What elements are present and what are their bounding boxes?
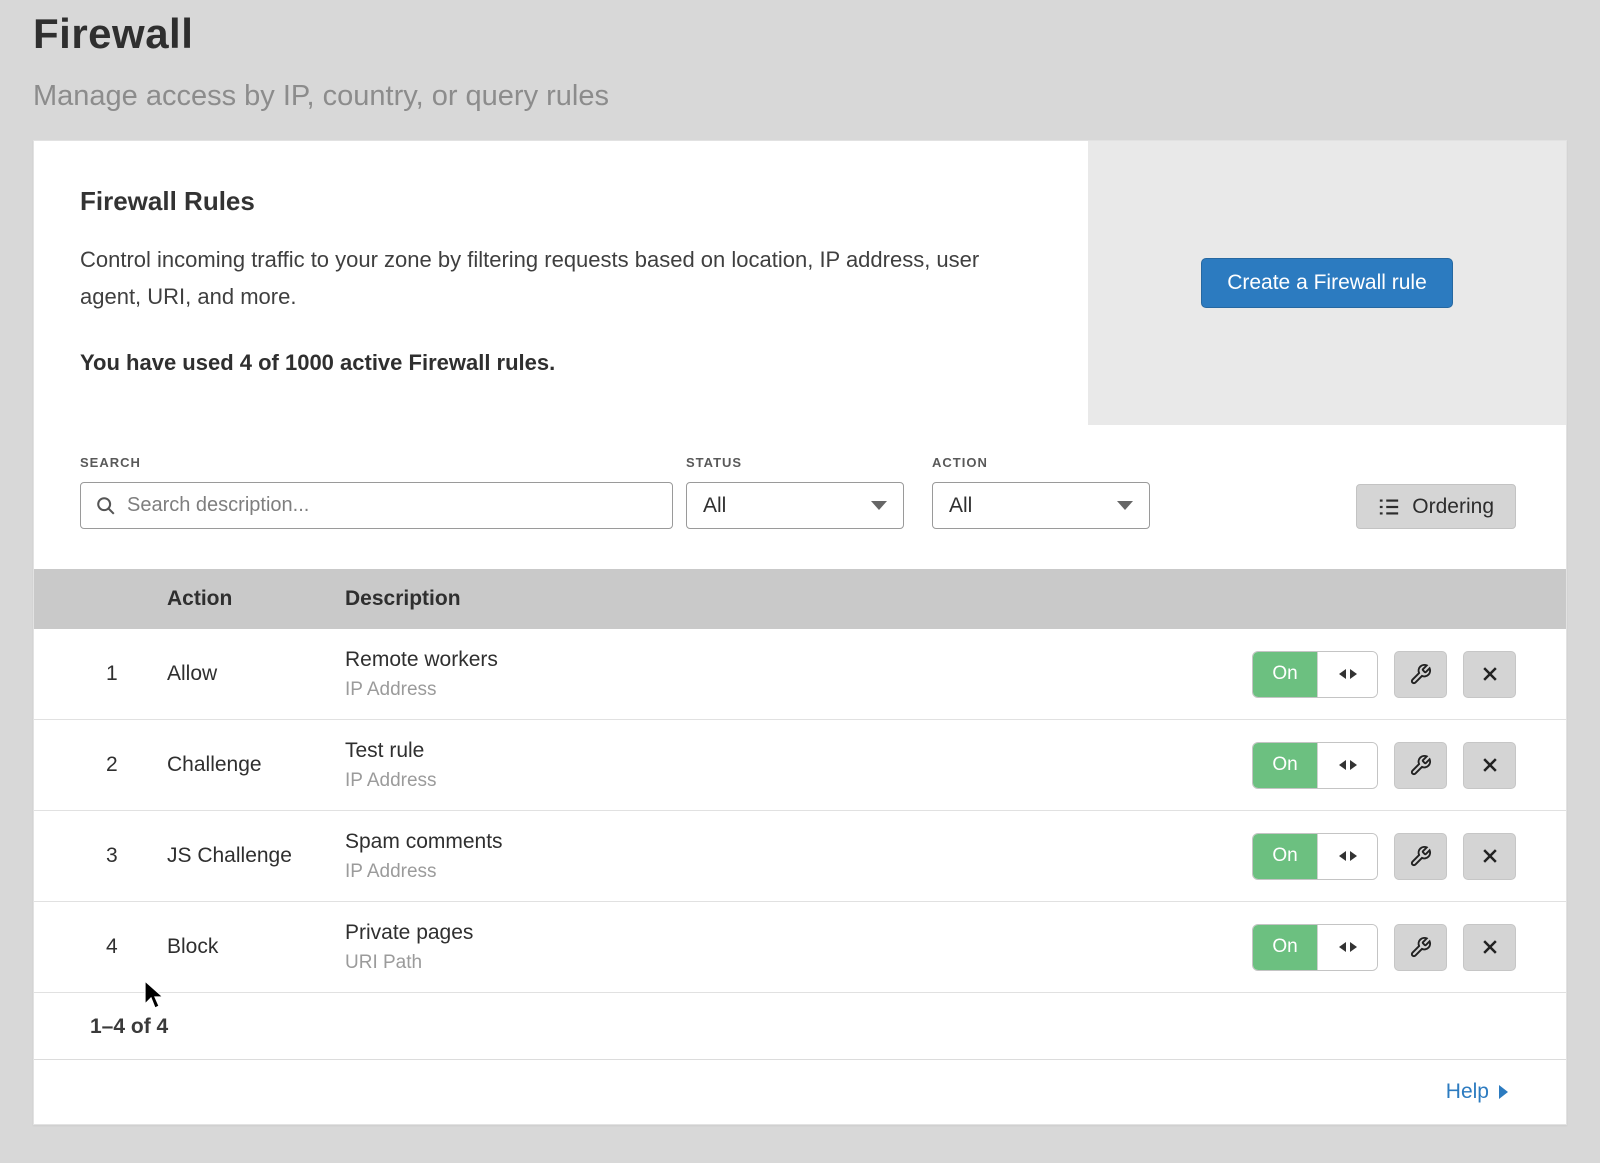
pagination-summary: 1–4 of 4 xyxy=(34,993,1566,1060)
toggle-on-label: On xyxy=(1253,834,1317,879)
toggle-on-label: On xyxy=(1253,743,1317,788)
wrench-icon xyxy=(1409,663,1432,686)
rule-description: Test rule xyxy=(345,739,1252,763)
rule-enabled-toggle[interactable]: On xyxy=(1252,924,1378,971)
toggle-handle[interactable] xyxy=(1317,834,1377,879)
rule-match-type: IP Address xyxy=(345,770,1252,792)
firewall-rules-card: Firewall Rules Control incoming traffic … xyxy=(33,140,1567,1125)
caret-right-icon xyxy=(1499,1085,1508,1099)
rule-match-type: IP Address xyxy=(345,679,1252,701)
left-right-arrows-icon xyxy=(1335,939,1361,955)
delete-rule-button[interactable] xyxy=(1463,833,1516,880)
page-title: Firewall xyxy=(33,10,1567,58)
rule-action: Block xyxy=(167,935,345,959)
edit-rule-button[interactable] xyxy=(1394,924,1447,971)
action-select[interactable]: All xyxy=(932,482,1150,529)
wrench-icon xyxy=(1409,936,1432,959)
delete-rule-button[interactable] xyxy=(1463,651,1516,698)
rule-enabled-toggle[interactable]: On xyxy=(1252,742,1378,789)
section-heading: Firewall Rules xyxy=(80,186,1018,217)
rule-match-type: IP Address xyxy=(345,861,1252,883)
status-value: All xyxy=(703,494,726,518)
rule-number: 3 xyxy=(34,844,167,868)
rule-controls: On xyxy=(1252,742,1566,789)
toggle-handle[interactable] xyxy=(1317,652,1377,697)
help-link-label: Help xyxy=(1446,1080,1489,1104)
edit-rule-button[interactable] xyxy=(1394,651,1447,698)
table-row: 4 Block Private pages URI Path On xyxy=(34,902,1566,993)
page-subtitle: Manage access by IP, country, or query r… xyxy=(33,80,1567,113)
table-header: Action Description xyxy=(34,569,1566,629)
delete-rule-button[interactable] xyxy=(1463,924,1516,971)
rule-controls: On xyxy=(1252,651,1566,698)
status-field-group: STATUS All xyxy=(686,455,904,529)
table-row: 1 Allow Remote workers IP Address On xyxy=(34,629,1566,720)
search-field-group: SEARCH xyxy=(80,455,673,529)
wrench-icon xyxy=(1409,754,1432,777)
rule-description: Remote workers xyxy=(345,648,1252,672)
intro-section: Firewall Rules Control incoming traffic … xyxy=(34,141,1566,425)
rule-description: Spam comments xyxy=(345,830,1252,854)
wrench-icon xyxy=(1409,845,1432,868)
table-row: 2 Challenge Test rule IP Address On xyxy=(34,720,1566,811)
rule-action: JS Challenge xyxy=(167,844,345,868)
section-description: Control incoming traffic to your zone by… xyxy=(80,241,1018,315)
rule-description-cell: Test rule IP Address xyxy=(345,739,1252,792)
ordering-button[interactable]: Ordering xyxy=(1356,484,1516,529)
table-row: 3 JS Challenge Spam comments IP Address … xyxy=(34,811,1566,902)
rule-number: 4 xyxy=(34,935,167,959)
rule-enabled-toggle[interactable]: On xyxy=(1252,651,1378,698)
rule-action: Challenge xyxy=(167,753,345,777)
edit-rule-button[interactable] xyxy=(1394,742,1447,789)
action-field-group: ACTION All xyxy=(932,455,1150,529)
close-icon xyxy=(1480,664,1500,684)
usage-summary: You have used 4 of 1000 active Firewall … xyxy=(80,350,1018,376)
search-label: SEARCH xyxy=(80,455,673,470)
rule-action: Allow xyxy=(167,662,345,686)
action-label: ACTION xyxy=(932,455,1150,470)
toggle-handle[interactable] xyxy=(1317,743,1377,788)
page-header: Firewall Manage access by IP, country, o… xyxy=(0,0,1600,113)
left-right-arrows-icon xyxy=(1335,757,1361,773)
help-link[interactable]: Help xyxy=(1446,1080,1508,1104)
action-value: All xyxy=(949,494,972,518)
ordered-list-icon xyxy=(1378,496,1400,518)
rule-number: 2 xyxy=(34,753,167,777)
status-select[interactable]: All xyxy=(686,482,904,529)
toggle-on-label: On xyxy=(1253,925,1317,970)
edit-rule-button[interactable] xyxy=(1394,833,1447,880)
close-icon xyxy=(1480,755,1500,775)
left-right-arrows-icon xyxy=(1335,666,1361,682)
toggle-handle[interactable] xyxy=(1317,925,1377,970)
chevron-down-icon xyxy=(1117,501,1133,510)
column-description: Description xyxy=(345,587,1566,611)
column-action: Action xyxy=(167,587,345,611)
status-label: STATUS xyxy=(686,455,904,470)
intro-text: Firewall Rules Control incoming traffic … xyxy=(34,141,1088,425)
rule-description: Private pages xyxy=(345,921,1252,945)
filters-bar: SEARCH STATUS All ACTION xyxy=(34,425,1566,569)
search-box[interactable] xyxy=(80,482,673,529)
rule-controls: On xyxy=(1252,924,1566,971)
close-icon xyxy=(1480,937,1500,957)
rule-controls: On xyxy=(1252,833,1566,880)
search-input[interactable] xyxy=(127,494,658,517)
intro-side-panel: Create a Firewall rule xyxy=(1088,141,1566,425)
rule-description-cell: Remote workers IP Address xyxy=(345,648,1252,701)
delete-rule-button[interactable] xyxy=(1463,742,1516,789)
rule-number: 1 xyxy=(34,662,167,686)
search-icon xyxy=(95,495,117,517)
close-icon xyxy=(1480,846,1500,866)
rule-match-type: URI Path xyxy=(345,952,1252,974)
rule-enabled-toggle[interactable]: On xyxy=(1252,833,1378,880)
help-row: Help xyxy=(34,1060,1566,1124)
ordering-button-label: Ordering xyxy=(1412,495,1494,519)
rules-table-body: 1 Allow Remote workers IP Address On xyxy=(34,629,1566,993)
rule-description-cell: Spam comments IP Address xyxy=(345,830,1252,883)
rule-description-cell: Private pages URI Path xyxy=(345,921,1252,974)
left-right-arrows-icon xyxy=(1335,848,1361,864)
create-firewall-rule-button[interactable]: Create a Firewall rule xyxy=(1201,258,1453,308)
toggle-on-label: On xyxy=(1253,652,1317,697)
chevron-down-icon xyxy=(871,501,887,510)
